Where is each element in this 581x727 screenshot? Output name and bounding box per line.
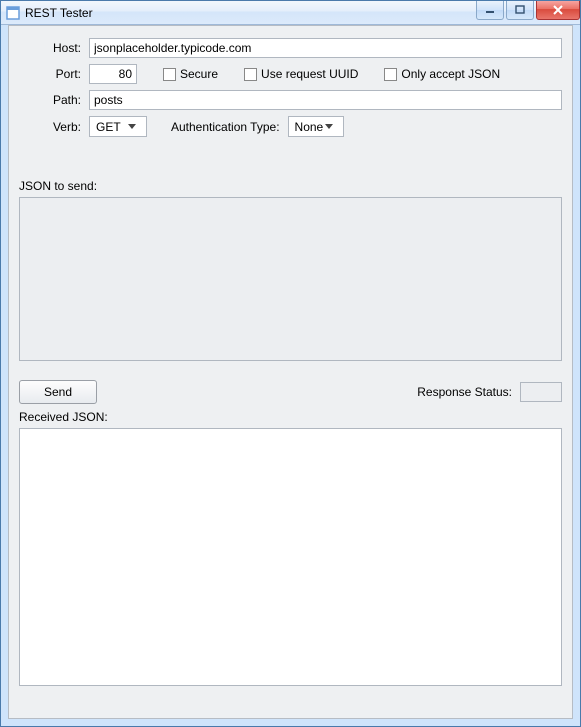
path-label: Path: xyxy=(19,93,89,107)
auth-type-label: Authentication Type: xyxy=(171,120,280,134)
received-json-box xyxy=(19,428,562,686)
response-status-value xyxy=(520,382,562,402)
secure-checkbox-box[interactable] xyxy=(163,68,176,81)
secure-checkbox-label: Secure xyxy=(180,67,218,81)
titlebar[interactable]: REST Tester xyxy=(1,1,580,25)
verb-label: Verb: xyxy=(19,120,89,134)
only-json-checkbox-label: Only accept JSON xyxy=(401,67,500,81)
minimize-button[interactable] xyxy=(476,1,504,20)
auth-type-select[interactable]: None xyxy=(288,116,344,137)
auth-type-value: None xyxy=(295,120,324,134)
json-to-send-label: JSON to send: xyxy=(19,179,562,193)
verb-select[interactable]: GET xyxy=(89,116,147,137)
minimize-icon xyxy=(485,5,495,15)
secure-checkbox[interactable]: Secure xyxy=(163,67,218,81)
use-uuid-checkbox-label: Use request UUID xyxy=(261,67,358,81)
json-to-send-textarea[interactable] xyxy=(19,197,562,361)
close-icon xyxy=(552,5,564,15)
received-json-label: Received JSON: xyxy=(19,410,562,424)
chevron-down-icon xyxy=(325,124,341,130)
response-status-label: Response Status: xyxy=(417,385,512,399)
use-uuid-checkbox[interactable]: Use request UUID xyxy=(244,67,358,81)
send-button[interactable]: Send xyxy=(19,380,97,404)
chevron-down-icon xyxy=(128,124,144,130)
window-controls xyxy=(476,1,580,20)
window-title: REST Tester xyxy=(25,6,476,20)
window-frame: REST Tester Host: Port: xyxy=(0,0,581,727)
verb-select-value: GET xyxy=(96,120,121,134)
only-json-checkbox[interactable]: Only accept JSON xyxy=(384,67,500,81)
host-input[interactable] xyxy=(89,38,562,58)
use-uuid-checkbox-box[interactable] xyxy=(244,68,257,81)
app-icon xyxy=(5,5,21,21)
path-input[interactable] xyxy=(89,90,562,110)
maximize-button[interactable] xyxy=(506,1,534,20)
port-label: Port: xyxy=(19,67,89,81)
close-button[interactable] xyxy=(536,1,580,20)
client-area: Host: Port: Secure Use request UUID Only… xyxy=(8,25,573,719)
maximize-icon xyxy=(515,5,525,15)
host-label: Host: xyxy=(19,41,89,55)
only-json-checkbox-box[interactable] xyxy=(384,68,397,81)
port-input[interactable] xyxy=(89,64,137,84)
